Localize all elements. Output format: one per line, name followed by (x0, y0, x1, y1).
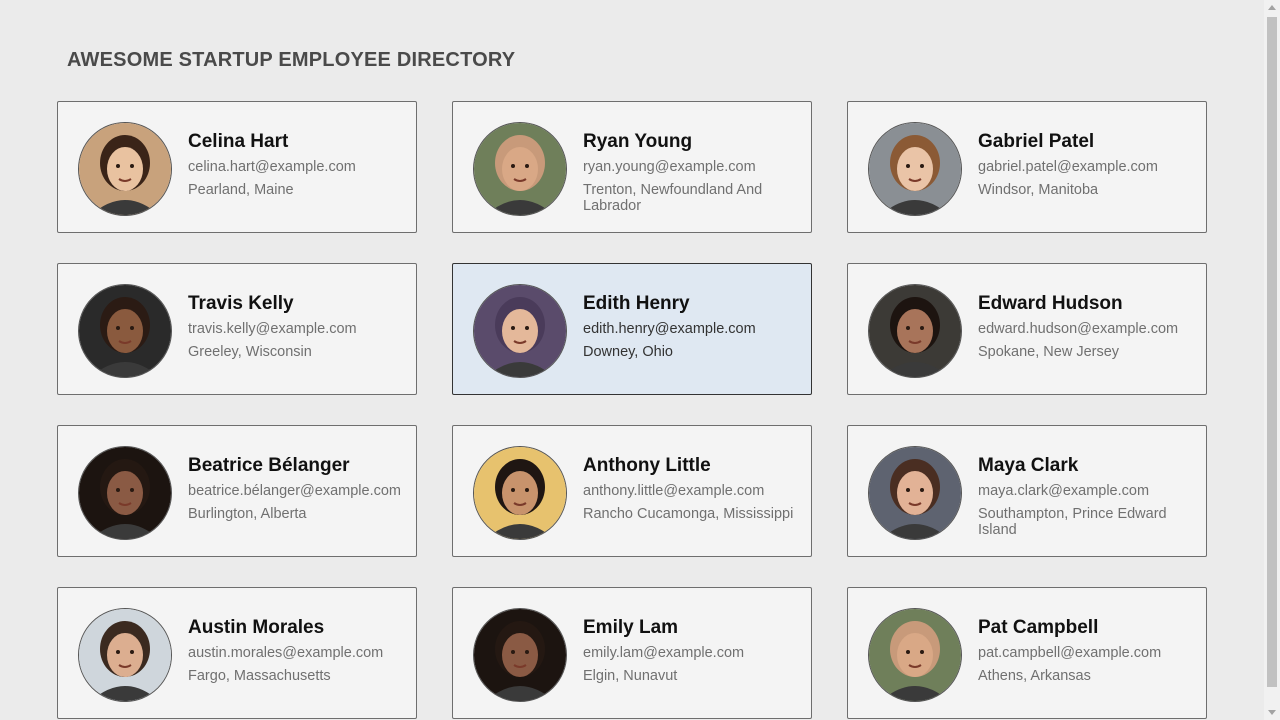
avatar (473, 284, 567, 378)
employee-location: Southampton, Prince Edward Island (978, 506, 1167, 538)
avatar (78, 446, 172, 540)
avatar (78, 608, 172, 702)
employee-email: travis.kelly@example.com (188, 321, 357, 337)
employee-name: Ryan Young (583, 131, 693, 152)
employee-email: austin.morales@example.com (188, 645, 384, 661)
employee-card[interactable]: Edward Hudson edward.hudson@example.com … (847, 263, 1207, 395)
employee-location: Trenton, Newfoundland And Labrador (583, 182, 763, 214)
employee-name: Gabriel Patel (978, 131, 1095, 152)
employee-name: Maya Clark (978, 455, 1079, 476)
employee-name: Travis Kelly (188, 293, 294, 314)
avatar (473, 122, 567, 216)
employee-card[interactable]: Ryan Young ryan.young@example.com Trento… (452, 101, 812, 233)
employee-location: Pearland, Maine (188, 182, 294, 198)
scroll-down-arrow-icon[interactable] (1268, 710, 1276, 715)
scroll-up-arrow-icon[interactable] (1268, 5, 1276, 10)
employee-location: Burlington, Alberta (188, 506, 307, 522)
employee-email: edith.henry@example.com (583, 321, 756, 337)
employee-location: Fargo, Massachusetts (188, 668, 331, 684)
employee-location: Spokane, New Jersey (978, 344, 1120, 360)
page: AWESOME STARTUP EMPLOYEE DIRECTORY Celin… (0, 0, 1264, 720)
employee-name: Beatrice Bélanger (188, 455, 350, 476)
avatar (868, 446, 962, 540)
employee-card[interactable]: Edith Henry edith.henry@example.com Down… (452, 263, 812, 395)
employee-card[interactable]: Celina Hart celina.hart@example.com Pear… (57, 101, 417, 233)
avatar (868, 284, 962, 378)
employee-name: Celina Hart (188, 131, 289, 152)
avatar (78, 122, 172, 216)
employee-location: Athens, Arkansas (978, 668, 1091, 684)
employee-email: maya.clark@example.com (978, 483, 1150, 499)
employee-location: Greeley, Wisconsin (188, 344, 312, 360)
page-title: AWESOME STARTUP EMPLOYEE DIRECTORY (67, 49, 516, 71)
avatar (78, 284, 172, 378)
employee-name: Edward Hudson (978, 293, 1123, 314)
employee-location: Rancho Cucamonga, Mississippi (583, 506, 794, 522)
avatar (868, 608, 962, 702)
employee-email: pat.campbell@example.com (978, 645, 1162, 661)
employee-name: Pat Campbell (978, 617, 1099, 638)
employee-card[interactable]: Travis Kelly travis.kelly@example.com Gr… (57, 263, 417, 395)
employee-email: gabriel.patel@example.com (978, 159, 1158, 175)
employee-email: edward.hudson@example.com (978, 321, 1179, 337)
employee-location: Elgin, Nunavut (583, 668, 678, 684)
employee-name: Emily Lam (583, 617, 679, 638)
scrollbar-thumb[interactable] (1267, 17, 1277, 687)
employee-email: anthony.little@example.com (583, 483, 765, 499)
employee-email: ryan.young@example.com (583, 159, 756, 175)
employee-email: emily.lam@example.com (583, 645, 745, 661)
employee-card[interactable]: Emily Lam emily.lam@example.com Elgin, N… (452, 587, 812, 719)
employee-name: Anthony Little (583, 455, 711, 476)
employee-email: beatrice.bélanger@example.com (188, 483, 401, 499)
avatar (473, 446, 567, 540)
employee-name: Edith Henry (583, 293, 690, 314)
employee-grid: Celina Hart celina.hart@example.com Pear… (57, 101, 1207, 719)
employee-card[interactable]: Beatrice Bélanger beatrice.bélanger@exam… (57, 425, 417, 557)
employee-card[interactable]: Gabriel Patel gabriel.patel@example.com … (847, 101, 1207, 233)
employee-card[interactable]: Pat Campbell pat.campbell@example.com At… (847, 587, 1207, 719)
employee-location: Downey, Ohio (583, 344, 673, 360)
employee-card[interactable]: Anthony Little anthony.little@example.co… (452, 425, 812, 557)
employee-card[interactable]: Austin Morales austin.morales@example.co… (57, 587, 417, 719)
employee-location: Windsor, Manitoba (978, 182, 1099, 198)
employee-name: Austin Morales (188, 617, 325, 638)
employee-card[interactable]: Maya Clark maya.clark@example.com Southa… (847, 425, 1207, 557)
employee-email: celina.hart@example.com (188, 159, 356, 175)
avatar (473, 608, 567, 702)
vertical-scrollbar[interactable] (1264, 0, 1280, 720)
avatar (868, 122, 962, 216)
